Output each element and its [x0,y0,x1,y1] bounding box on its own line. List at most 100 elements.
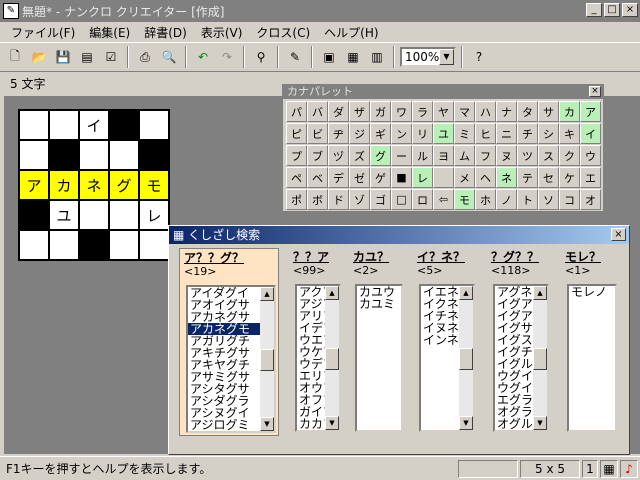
scroll-thumb[interactable] [533,348,547,370]
palette-key[interactable]: ⇦ [433,189,454,210]
palette-key[interactable]: ヘ [475,167,496,188]
properties-icon[interactable]: ▤ [76,46,98,68]
scroll-up-icon[interactable]: ▲ [459,286,473,300]
menu-cross[interactable]: クロス(C) [249,24,317,41]
palette-key[interactable]: ツ [517,145,538,166]
palette-key[interactable]: ベ [307,167,328,188]
palette-key[interactable]: タ [517,101,538,122]
palette-key[interactable]: モ [454,189,475,210]
menu-dictionary[interactable]: 辞書(D) [137,24,194,41]
grid-cell[interactable]: イ [80,111,108,139]
menu-edit[interactable]: 編集(E) [82,24,137,41]
grid-cell[interactable] [20,141,48,169]
palette-key[interactable]: ヅ [328,145,349,166]
grid-cell[interactable] [110,231,138,259]
scroll-thumb[interactable] [459,348,473,370]
palette-key[interactable]: マ [454,101,475,122]
palette-key[interactable]: ン [391,123,412,144]
palette-key[interactable]: ペ [286,167,307,188]
menu-view[interactable]: 表示(V) [194,24,250,41]
palette-key[interactable]: ガ [370,101,391,122]
zoom-select[interactable]: 100% ▼ [400,47,456,67]
minimize-button[interactable]: _ [586,3,602,17]
save-icon[interactable]: 💾 [52,46,74,68]
palette-key[interactable]: プ [286,145,307,166]
palette-key[interactable]: ヨ [433,145,454,166]
grid-cell[interactable] [20,201,48,229]
grid-cell[interactable] [110,141,138,169]
palette-key[interactable]: ホ [475,189,496,210]
palette-key[interactable]: ス [538,145,559,166]
list-item[interactable]: モレノ [569,286,615,298]
undo-icon[interactable]: ↶ [192,46,214,68]
palette-key[interactable]: ポ [286,189,307,210]
palette-key[interactable]: ニ [496,123,517,144]
palette-close-icon[interactable]: × [589,86,601,97]
open-folder-icon[interactable]: 📂 [28,46,50,68]
palette-key[interactable]: メ [454,167,475,188]
image-icon[interactable]: ▦ [600,459,618,478]
menu-file[interactable]: ファイル(F) [4,24,82,41]
palette-key[interactable]: リ [412,123,433,144]
palette-key[interactable] [433,167,454,188]
palette-key[interactable]: ト [517,189,538,210]
palette-key[interactable]: キ [559,123,580,144]
grid-cell[interactable]: モ [140,171,168,199]
chevron-down-icon[interactable]: ▼ [439,49,454,65]
palette-key[interactable]: ル [412,145,433,166]
palette-key[interactable]: ム [454,145,475,166]
palette-key[interactable]: ウ [580,145,601,166]
print-preview-icon[interactable]: 🔍 [158,46,180,68]
palette-key[interactable]: バ [307,101,328,122]
list-scrollbar[interactable]: ▲ ▼ [260,287,274,431]
palette-key[interactable]: テ [517,167,538,188]
palette-key[interactable]: ラ [412,101,433,122]
grid-cell[interactable] [20,111,48,139]
palette-key[interactable]: サ [538,101,559,122]
palette-key[interactable]: ケ [559,167,580,188]
redo-icon[interactable]: ↷ [216,46,238,68]
dialog-close-icon[interactable]: × [611,228,626,241]
grid-cell[interactable] [80,201,108,229]
palette-key[interactable]: ア [580,101,601,122]
palette-key[interactable]: ボ [307,189,328,210]
palette-key[interactable]: ソ [538,189,559,210]
candidate-list[interactable]: アグネス イグアス イグアナ イグサカ イグスリ イグチカ イグルー ウグイス ウグイス エグラフ… [493,284,549,432]
palette-key[interactable]: オ [580,189,601,210]
palette-key[interactable]: シ [538,123,559,144]
palette-key[interactable]: コ [559,189,580,210]
palette-key[interactable]: ブ [307,145,328,166]
palette-key[interactable]: ピ [286,123,307,144]
palette-key[interactable]: ズ [349,145,370,166]
palette-key[interactable]: デ [328,167,349,188]
palette-key[interactable]: ヤ [433,101,454,122]
grid-cell[interactable] [140,231,168,259]
list-view-icon[interactable]: ▥ [366,46,388,68]
palette-key[interactable]: レ [412,167,433,188]
maximize-button[interactable]: □ [604,3,620,17]
grid-cell[interactable] [80,231,108,259]
candidate-list[interactable]: アイダグイ アオイグサ アカネグサ アカネグモ アガリグチ アキチグサ アキヤグチ アサミグサ… [186,285,276,433]
palette-key[interactable]: カ [559,101,580,122]
music-note-icon[interactable]: ♪ [620,459,638,478]
candidate-list[interactable]: カユウ カユミ [355,284,403,432]
edit-icon[interactable]: ✎ [284,46,306,68]
palette-key[interactable]: ナ [496,101,517,122]
candidate-list[interactable]: イエネコ イクネン イチネン イヌネコ インネン ▲ ▼ [419,284,475,432]
palette-key[interactable]: チ [517,123,538,144]
grid-cell[interactable] [50,111,78,139]
list-scrollbar[interactable]: ▲ ▼ [325,286,339,430]
palette-key[interactable]: ギ [370,123,391,144]
list-item[interactable]: カユミ [357,298,401,310]
crossword-grid[interactable]: イアカネグモユ レ [18,109,170,261]
grid-view-icon[interactable]: ▦ [342,46,364,68]
scroll-down-icon[interactable]: ▼ [325,416,339,430]
palette-key[interactable]: ミ [454,123,475,144]
palette-key[interactable]: エ [580,167,601,188]
palette-key[interactable]: ヂ [328,123,349,144]
palette-key[interactable]: イ [580,123,601,144]
palette-key[interactable]: ■ [391,167,412,188]
scroll-down-icon[interactable]: ▼ [260,417,274,431]
scroll-up-icon[interactable]: ▲ [260,287,274,301]
palette-key[interactable]: ジ [349,123,370,144]
